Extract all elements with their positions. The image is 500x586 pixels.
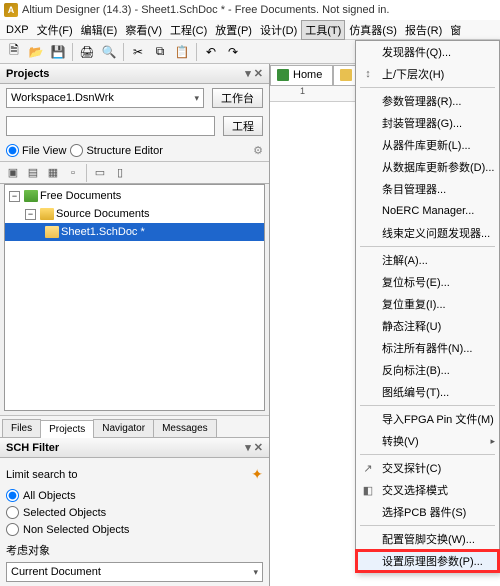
window-title: Altium Designer (14.3) - Sheet1.SchDoc *… bbox=[22, 4, 389, 16]
tb-preview-icon[interactable]: 🔍 bbox=[99, 42, 119, 62]
tb-open-icon[interactable]: 📂 bbox=[26, 42, 46, 62]
tab-projects[interactable]: Projects bbox=[40, 420, 94, 438]
tree-folder[interactable]: − Source Documents bbox=[5, 205, 264, 223]
pin-icon[interactable]: ▾ ✕ bbox=[245, 441, 263, 454]
menu-item[interactable]: NoERC Manager... bbox=[356, 200, 499, 222]
tb-copy-icon[interactable]: ⧉ bbox=[150, 42, 170, 62]
menu-item[interactable]: 线束定义问题发现器... bbox=[356, 222, 499, 244]
menu-报告(R)[interactable]: 报告(R) bbox=[401, 20, 446, 40]
radio-structure-editor[interactable]: Structure Editor bbox=[70, 144, 162, 157]
menu-文件(F)[interactable]: 文件(F) bbox=[33, 20, 77, 40]
menu-仿真器(S)[interactable]: 仿真器(S) bbox=[345, 20, 401, 40]
menubar: DXP文件(F)编辑(E)察看(V)工程(C)放置(P)设计(D)工具(T)仿真… bbox=[0, 20, 500, 40]
tb-undo-icon[interactable]: ↶ bbox=[201, 42, 221, 62]
menu-item[interactable]: 发现器件(Q)... bbox=[356, 41, 499, 63]
menu-item-icon: ↕ bbox=[360, 66, 376, 82]
tab-messages[interactable]: Messages bbox=[153, 419, 217, 437]
tree-document[interactable]: Sheet1.SchDoc * bbox=[5, 223, 264, 241]
folder-icon bbox=[24, 190, 38, 202]
project-button[interactable]: 工程 bbox=[223, 116, 263, 136]
tab-files[interactable]: Files bbox=[2, 419, 41, 437]
tree-btn[interactable]: ▫ bbox=[64, 164, 82, 182]
menu-item[interactable]: 反向标注(B)... bbox=[356, 359, 499, 381]
menu-item[interactable]: 复位标号(E)... bbox=[356, 271, 499, 293]
menu-item[interactable]: ↗交叉探针(C) bbox=[356, 457, 499, 479]
project-input[interactable] bbox=[6, 116, 215, 136]
menu-DXP[interactable]: DXP bbox=[2, 22, 33, 38]
workspace-combo[interactable]: Workspace1.DsnWrk bbox=[6, 88, 204, 108]
menu-item[interactable]: 参数管理器(R)... bbox=[356, 90, 499, 112]
workspace-button[interactable]: 工作台 bbox=[212, 88, 263, 108]
document-icon bbox=[45, 226, 59, 238]
radio-nonselected-objects[interactable]: Non Selected Objects bbox=[6, 521, 263, 538]
menu-item[interactable]: 从数据库更新参数(D)... bbox=[356, 156, 499, 178]
wand-icon[interactable]: ✦ bbox=[251, 466, 263, 483]
menu-察看(V)[interactable]: 察看(V) bbox=[121, 20, 166, 40]
menu-工程(C)[interactable]: 工程(C) bbox=[166, 20, 211, 40]
menu-item[interactable]: 配置管脚交换(W)... bbox=[356, 528, 499, 550]
app-icon: A bbox=[4, 3, 18, 17]
menu-item[interactable]: ◧交叉选择模式 bbox=[356, 479, 499, 501]
menu-item[interactable]: 选择PCB 器件(S) bbox=[356, 501, 499, 523]
menu-item[interactable]: 从器件库更新(L)... bbox=[356, 134, 499, 156]
menu-item[interactable]: 静态注释(U) bbox=[356, 315, 499, 337]
tab-navigator[interactable]: Navigator bbox=[93, 419, 154, 437]
menu-item[interactable]: 设置原理图参数(P)... bbox=[356, 550, 499, 572]
projects-tabs: FilesProjectsNavigatorMessages bbox=[0, 415, 269, 437]
limit-label: Limit search to bbox=[6, 469, 78, 481]
scope-combo[interactable]: Current Document bbox=[6, 562, 263, 582]
tree-root[interactable]: − Free Documents bbox=[5, 187, 264, 205]
sch-filter-header: SCH Filter ▾ ✕ bbox=[0, 438, 269, 458]
tree-btn[interactable]: ▣ bbox=[4, 164, 22, 182]
menu-item[interactable]: 转换(V) bbox=[356, 430, 499, 452]
tb-redo-icon[interactable]: ↷ bbox=[223, 42, 243, 62]
radio-selected-objects[interactable]: Selected Objects bbox=[6, 504, 263, 521]
menu-item[interactable]: ↕上/下层次(H) bbox=[356, 63, 499, 85]
menu-item[interactable]: 注解(A)... bbox=[356, 249, 499, 271]
tb-print-icon[interactable]: 🖨 bbox=[77, 42, 97, 62]
tree-btn[interactable]: ▤ bbox=[24, 164, 42, 182]
menu-item[interactable]: 图纸编号(T)... bbox=[356, 381, 499, 403]
radio-file-view[interactable]: File View bbox=[6, 144, 66, 157]
sheet-icon bbox=[340, 69, 352, 81]
menu-编辑(E)[interactable]: 编辑(E) bbox=[77, 20, 122, 40]
menu-设计(D)[interactable]: 设计(D) bbox=[256, 20, 301, 40]
tb-new-icon[interactable]: 🗎 bbox=[4, 42, 24, 62]
menu-item[interactable]: 复位重复(I)... bbox=[356, 293, 499, 315]
title-bar: A Altium Designer (14.3) - Sheet1.SchDoc… bbox=[0, 0, 500, 20]
radio-all-objects[interactable]: All Objects bbox=[6, 487, 263, 504]
menu-item[interactable]: 条目管理器... bbox=[356, 178, 499, 200]
menu-窗[interactable]: 窗 bbox=[446, 20, 465, 40]
tree-btn[interactable]: ▦ bbox=[44, 164, 62, 182]
menu-工具(T)[interactable]: 工具(T) bbox=[301, 20, 345, 40]
home-icon bbox=[277, 69, 289, 81]
tree-btn[interactable]: ▯ bbox=[111, 164, 129, 182]
menu-item-icon: ◧ bbox=[360, 482, 376, 498]
tb-cut-icon[interactable]: ✂ bbox=[128, 42, 148, 62]
project-tree[interactable]: − Free Documents − Source Documents Shee… bbox=[4, 184, 265, 411]
consider-label: 考虑对象 bbox=[6, 538, 263, 562]
menu-放置(P)[interactable]: 放置(P) bbox=[211, 20, 256, 40]
tab-home[interactable]: Home bbox=[270, 65, 333, 85]
tools-menu: 发现器件(Q)...↕上/下层次(H) 参数管理器(R)...封装管理器(G)..… bbox=[355, 40, 500, 573]
menu-item[interactable]: 封装管理器(G)... bbox=[356, 112, 499, 134]
menu-item-icon: ↗ bbox=[360, 460, 376, 476]
gear-icon[interactable]: ⚙ bbox=[253, 144, 263, 157]
folder-icon bbox=[40, 208, 54, 220]
tb-save-icon[interactable]: 💾 bbox=[48, 42, 68, 62]
tree-btn[interactable]: ▭ bbox=[91, 164, 109, 182]
pin-icon[interactable]: ▾ ✕ bbox=[245, 67, 263, 80]
tb-paste-icon[interactable]: 📋 bbox=[172, 42, 192, 62]
menu-item[interactable]: 标注所有器件(N)... bbox=[356, 337, 499, 359]
menu-item[interactable]: 导入FPGA Pin 文件(M) bbox=[356, 408, 499, 430]
projects-header: Projects ▾ ✕ bbox=[0, 64, 269, 84]
